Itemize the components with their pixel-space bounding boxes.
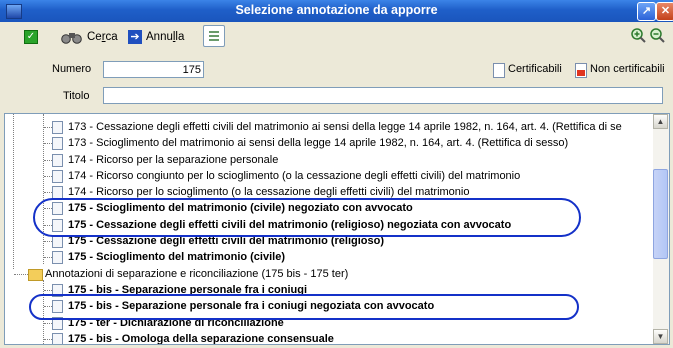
zoom-out-icon[interactable] <box>649 27 665 43</box>
tree-item-label: 175 - Scioglimento del matrimonio (civil… <box>68 251 285 264</box>
vertical-scrollbar[interactable]: ▲ ▼ <box>653 114 669 344</box>
titolo-label: Titolo <box>63 90 90 102</box>
tree-connector <box>44 338 52 341</box>
titolo-input[interactable] <box>103 87 663 104</box>
cancel-button[interactable]: ➔ Annulla <box>128 27 184 47</box>
tree-connector <box>44 257 52 259</box>
tree-item-label: 175 - bis - Omologa della separazione co… <box>68 332 334 345</box>
document-icon <box>52 169 63 183</box>
tree-item-label: 174 - Ricorso congiunto per lo scioglime… <box>68 169 521 182</box>
binoculars-icon <box>61 33 82 44</box>
list-view-button[interactable] <box>203 25 225 47</box>
folder-icon <box>28 268 43 281</box>
tree-leaf-item[interactable]: 174 - Ricorso per la separazione persona… <box>5 152 652 168</box>
cancel-label: Annulla <box>146 31 185 43</box>
tree-connector <box>14 273 28 276</box>
tree-leaf-item[interactable]: 175 - bis - Omologa della separazione co… <box>5 331 652 345</box>
check-icon: ✓ <box>24 30 38 44</box>
list-icon <box>203 25 225 47</box>
tree-leaf-item[interactable]: 173 - Scioglimento del matrimonio ai sen… <box>5 135 652 151</box>
close-button[interactable]: ✕ <box>656 2 673 21</box>
highlight-ellipse-separation <box>29 294 579 320</box>
tree-leaf-item[interactable]: 174 - Ricorso congiunto per lo scioglime… <box>5 168 652 184</box>
tree-item-label: 173 - Scioglimento del matrimonio ai sen… <box>68 137 569 150</box>
toolbar: ✓ Cerca ➔ Annulla <box>0 22 673 52</box>
tree-folder-node[interactable]: Annotazioni di separazione e riconciliaz… <box>5 266 652 282</box>
numero-label: Numero <box>52 63 92 75</box>
tree-item-label: Annotazioni di separazione e riconciliaz… <box>45 267 349 280</box>
tree-connector <box>44 127 52 129</box>
non-certificabili-filter[interactable]: Non certificabili <box>590 63 665 75</box>
certificabili-icon <box>493 63 505 78</box>
search-button[interactable]: Cerca <box>61 27 118 47</box>
certificabili-filter[interactable]: Certificabili <box>508 63 562 75</box>
scroll-thumb[interactable] <box>653 169 668 259</box>
tree-leaf-item[interactable]: 175 - Scioglimento del matrimonio (civil… <box>5 249 652 265</box>
document-icon <box>52 121 63 134</box>
document-icon <box>52 235 63 249</box>
tree-connector <box>44 241 52 243</box>
zoom-in-icon[interactable] <box>630 27 646 43</box>
confirm-button[interactable]: ✓ <box>24 27 38 47</box>
window-title: Selezione annotazione da apporre <box>235 3 438 17</box>
tree-connector <box>44 192 52 194</box>
tree-connector <box>44 289 52 292</box>
search-label: Cerca <box>87 31 118 43</box>
scroll-down-button[interactable]: ▼ <box>653 329 668 344</box>
annotation-tree[interactable]: 173 - Cessazione degli effetti civili de… <box>4 113 670 345</box>
restore-button[interactable]: ↗ <box>637 2 656 21</box>
document-icon <box>52 153 63 167</box>
document-icon <box>52 251 63 265</box>
tree-connector <box>44 159 52 162</box>
exit-arrow-icon: ➔ <box>128 30 142 44</box>
tree-item-label: 174 - Ricorso per la separazione persona… <box>68 153 279 166</box>
title-bar: Selezione annotazione da apporre ↗ ✕ <box>0 0 673 22</box>
non-certificabili-icon <box>575 63 587 78</box>
tree-leaf-item[interactable]: 173 - Cessazione degli effetti civili de… <box>5 119 652 135</box>
document-icon <box>52 332 63 344</box>
scroll-up-button[interactable]: ▲ <box>653 114 668 129</box>
tree-connector <box>44 175 52 178</box>
document-icon <box>52 137 63 151</box>
numero-input[interactable] <box>103 61 204 78</box>
tree-connector <box>44 322 52 325</box>
tree-item-label: 173 - Cessazione degli effetti civili de… <box>68 121 622 133</box>
tree-connector <box>44 143 52 145</box>
highlight-ellipse-negotiated <box>33 198 581 237</box>
